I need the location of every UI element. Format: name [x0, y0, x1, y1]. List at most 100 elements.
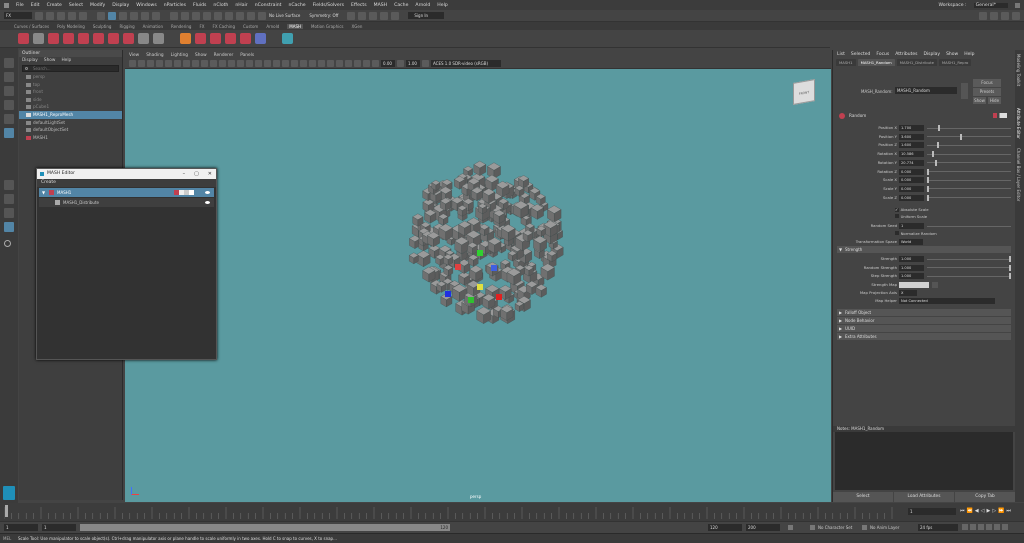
node-eye-icon[interactable] [205, 201, 210, 204]
playback-start-field[interactable]: 1 [42, 524, 76, 531]
select-by-type-icon[interactable] [130, 11, 138, 20]
mash-random-icon[interactable] [48, 33, 59, 44]
side-tab-modeling-toolkit[interactable]: Modeling Toolkit [1016, 54, 1021, 86]
shelf-tab-custom[interactable]: Custom [243, 24, 258, 29]
select-by-type-icon-2[interactable] [141, 11, 149, 20]
workspace-lock-icon[interactable] [1015, 2, 1020, 8]
attr-slider-track[interactable] [927, 136, 1011, 138]
mash-node-row-distribute[interactable]: MASH1_Distribute [39, 198, 214, 207]
outliner-search-input[interactable]: Search... [22, 65, 119, 72]
menu-modify[interactable]: Modify [90, 3, 105, 8]
attr-value-field[interactable]: 1.700 [899, 125, 924, 131]
new-scene-icon[interactable] [35, 11, 43, 20]
attr-slider-handle[interactable] [938, 125, 941, 131]
mash-visibility-icon[interactable] [123, 33, 134, 44]
outliner-item-side[interactable]: side [19, 96, 122, 104]
outliner-menu-help[interactable]: Help [61, 58, 71, 63]
bookmark-icon[interactable] [147, 60, 154, 67]
scale-manipulator-handle[interactable] [496, 294, 502, 300]
eye-icon[interactable] [205, 191, 210, 194]
undo-icon[interactable] [68, 11, 76, 20]
attr-value-field[interactable]: 0.000 [899, 177, 924, 184]
command-language-label[interactable]: MEL [3, 536, 11, 541]
section-strength[interactable]: ▼ Strength [837, 246, 1011, 253]
snap-vertex-icon[interactable] [247, 11, 255, 20]
viewport-menu-show[interactable]: Show [195, 53, 207, 58]
attr-value-field[interactable]: 20.774 [899, 159, 924, 166]
anim-layer-label[interactable]: No Anim Layer [870, 525, 899, 530]
mash-world-icon[interactable] [255, 33, 266, 44]
outliner-item-persp[interactable]: persp [19, 73, 122, 81]
make-live-icon[interactable] [236, 11, 244, 20]
camera-attributes-icon[interactable] [138, 60, 145, 67]
hypershade-icon[interactable] [380, 11, 389, 20]
snap-grid-icon[interactable] [170, 11, 178, 20]
playback-speed-icon[interactable] [1002, 524, 1008, 530]
attr-slider-track[interactable] [927, 188, 1011, 190]
menu-mash[interactable]: MASH [374, 3, 387, 8]
gamma-field[interactable]: 1.00 [406, 60, 420, 67]
attr-slider-handle[interactable] [959, 133, 962, 140]
grease-pencil-icon[interactable] [174, 60, 181, 67]
outliner-menu-show[interactable]: Show [44, 58, 56, 63]
menu-nparticles[interactable]: nParticles [164, 3, 186, 8]
attr-slider-handle[interactable] [927, 194, 929, 201]
absolute-scale-checkbox[interactable]: ✓ [895, 208, 899, 212]
mash-create-network-icon[interactable] [18, 33, 29, 44]
hide-button[interactable]: Hide [988, 97, 1001, 104]
animation-prefs-icon[interactable] [986, 524, 992, 530]
mash-transform-icon[interactable] [63, 33, 74, 44]
ambient-occlusion-icon[interactable] [309, 60, 316, 67]
workspace-dropdown[interactable]: General* [973, 2, 1008, 8]
attr-slider-track[interactable] [927, 144, 1011, 146]
field-chart-icon[interactable] [219, 60, 226, 67]
current-frame-field[interactable]: 1 [908, 508, 956, 515]
viewport-menu-lighting[interactable]: Lighting [171, 53, 188, 58]
attr-slider-track[interactable] [927, 267, 1011, 269]
viewport-menu-renderer[interactable]: Renderer [214, 53, 234, 58]
symmetry-dropdown[interactable]: Symmetry: Off [309, 13, 338, 18]
viewport-3d[interactable]: FRONT persp [125, 69, 831, 502]
menu-arnold[interactable]: Arnold [415, 3, 430, 8]
attr-value-field[interactable]: 0.000 [899, 194, 924, 201]
outliner-item-default-object-set[interactable]: defaultObjectSet [19, 126, 122, 134]
shadows-icon[interactable] [300, 60, 307, 67]
mash-editor-menu-create[interactable]: Create [37, 179, 216, 187]
menu-fields-solvers[interactable]: Fields/Solvers [313, 3, 344, 8]
view-transform-dropdown[interactable]: ACES 1.0 SDR-video (sRGB) [431, 60, 501, 67]
menu-display[interactable]: Display [112, 3, 129, 8]
smooth-shade-icon[interactable] [255, 60, 262, 67]
xray-joints-icon[interactable] [354, 60, 361, 67]
step-back-key-icon[interactable]: ⏪ [967, 508, 973, 514]
menu-ncache[interactable]: nCache [288, 3, 305, 8]
shelf-tab-rendering[interactable]: Rendering [171, 24, 191, 29]
section-falloff-object[interactable]: ▶ Falloff Object [837, 309, 1011, 316]
snap-surface-icon[interactable] [214, 11, 222, 20]
ae-menu-selected[interactable]: Selected [851, 52, 871, 57]
uniform-scale-checkbox[interactable] [895, 214, 899, 218]
collapse-triangle-icon[interactable]: ▼ [42, 188, 45, 197]
2d-pan-icon[interactable] [165, 60, 172, 67]
key-icon[interactable] [978, 524, 984, 530]
shelf-tab-sculpting[interactable]: Sculpting [93, 24, 112, 29]
rotate-tool-icon[interactable] [4, 114, 14, 124]
attr-slider-track[interactable] [927, 171, 1011, 172]
gamma-icon[interactable] [397, 60, 404, 67]
attr-slider-handle[interactable] [935, 159, 938, 166]
character-set-icon[interactable] [810, 525, 815, 530]
menu-fluids[interactable]: Fluids [193, 3, 206, 8]
open-scene-icon[interactable] [46, 11, 54, 20]
mash-paint-icon[interactable] [210, 33, 221, 44]
menu-file[interactable]: File [16, 3, 24, 8]
select-button[interactable]: Select [833, 492, 893, 502]
attr-slider-handle[interactable] [927, 185, 929, 192]
map-helper-field[interactable]: Not Connected [899, 298, 995, 304]
ae-tab-mash1-random[interactable]: MASH1_Random [857, 58, 895, 66]
loop-icon[interactable] [962, 524, 968, 530]
mash-offset-icon[interactable] [78, 33, 89, 44]
attr-slider-handle[interactable] [1009, 273, 1011, 280]
side-tab-channel-box[interactable]: Channel Box / Layer Editor [1016, 148, 1021, 201]
step-back-frame-icon[interactable]: ◀ [975, 508, 979, 514]
character-set-label[interactable]: No Character Set [818, 525, 852, 530]
snap-point-icon[interactable] [192, 11, 200, 20]
